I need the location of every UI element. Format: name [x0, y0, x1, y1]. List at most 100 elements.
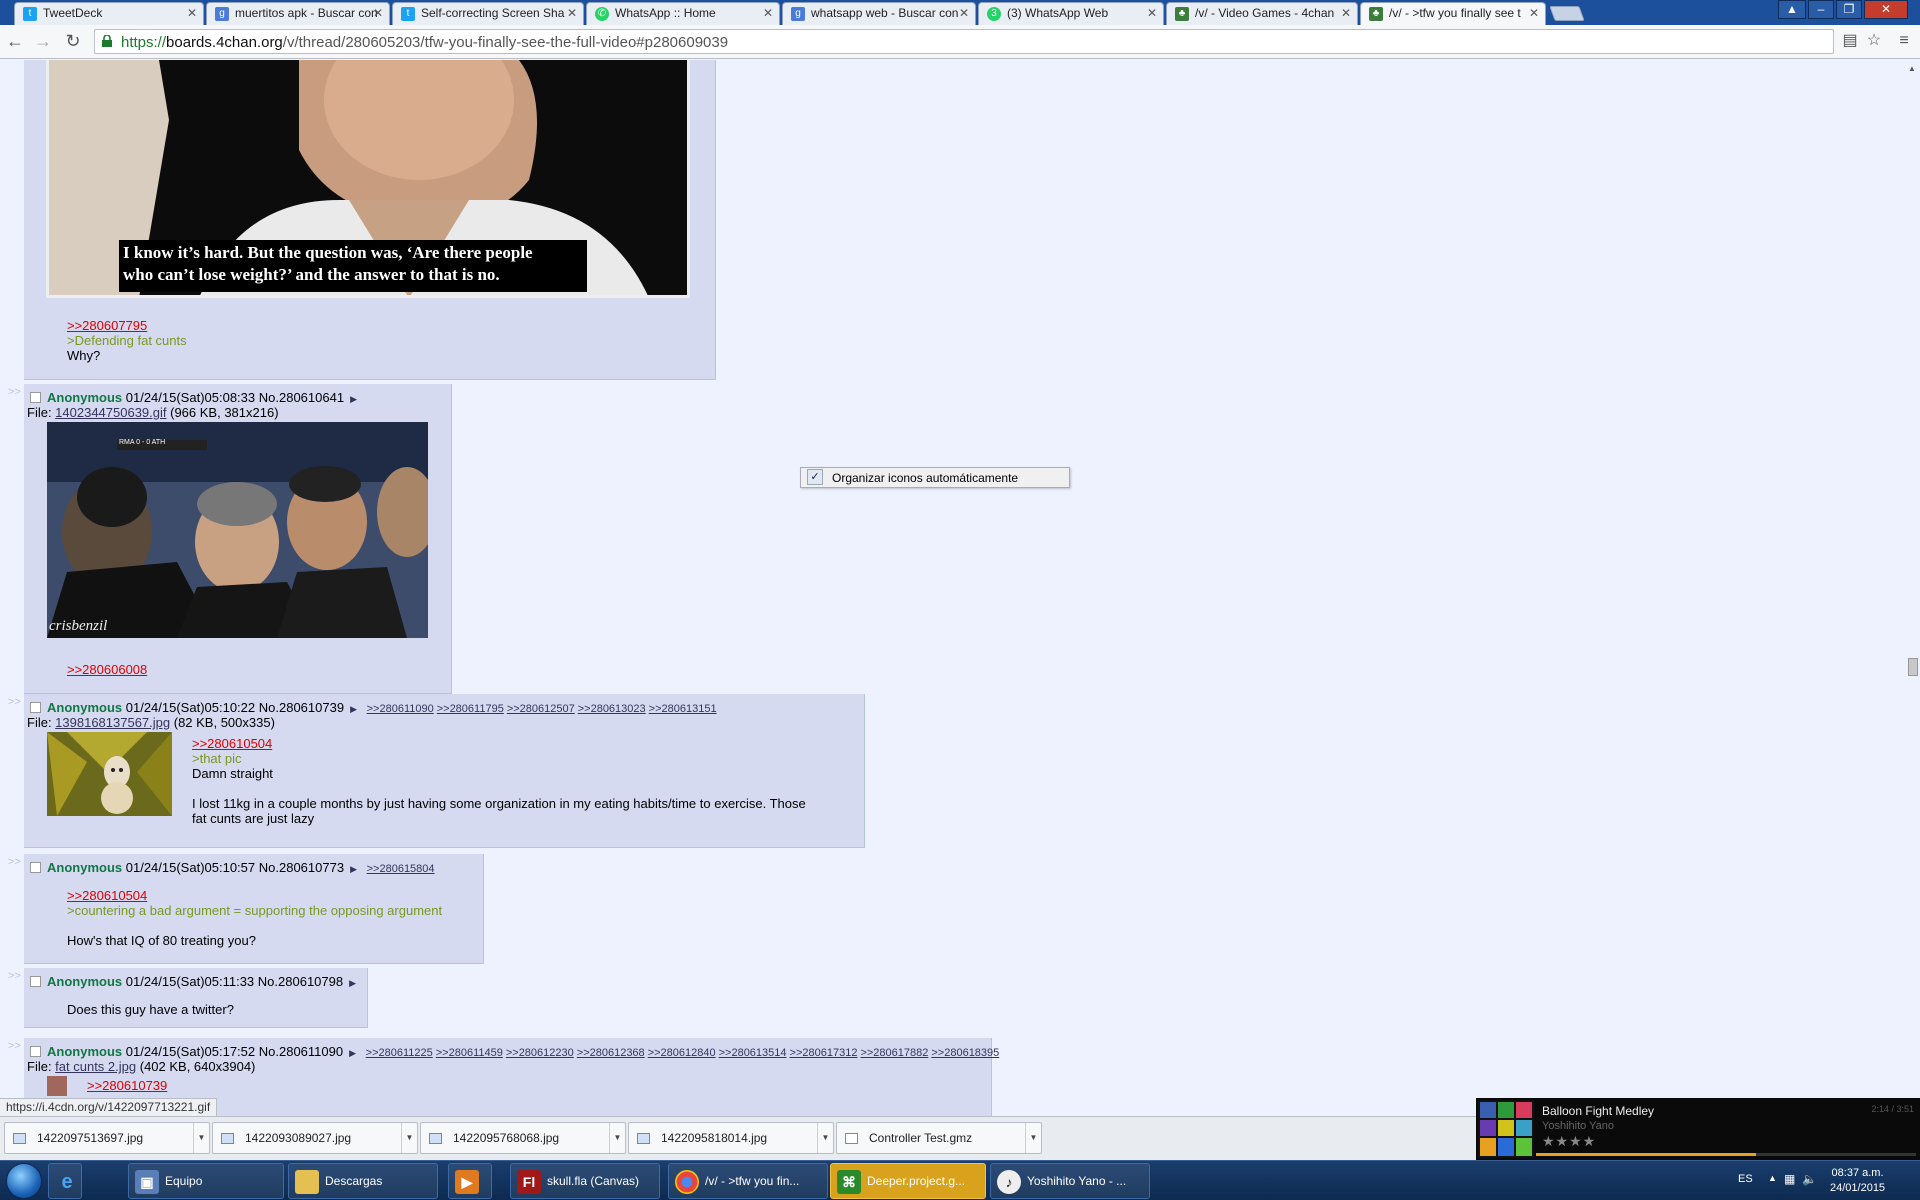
- backlink[interactable]: >>280612368: [577, 1047, 645, 1059]
- post-checkbox[interactable]: [30, 392, 41, 403]
- download-item[interactable]: Controller Test.gmz ▼: [836, 1122, 1042, 1154]
- backlink[interactable]: >>280617882: [860, 1047, 928, 1059]
- backlink[interactable]: >>280612507: [507, 703, 575, 715]
- dropdown-arrow-icon[interactable]: ▼: [1025, 1123, 1041, 1153]
- taskbar-item-chrome[interactable]: /v/ - >tfw you fin...: [668, 1163, 828, 1199]
- tab-tweetdeck[interactable]: t TweetDeck ✕: [14, 2, 204, 25]
- quote-link[interactable]: >>280610739: [87, 1078, 167, 1093]
- close-icon[interactable]: ✕: [763, 3, 773, 24]
- close-icon[interactable]: ✕: [567, 3, 577, 24]
- network-icon[interactable]: ▦: [1784, 1172, 1795, 1186]
- close-window-icon[interactable]: ✕: [1864, 0, 1908, 19]
- backlink[interactable]: >>280613023: [578, 703, 646, 715]
- backlink[interactable]: >>280612840: [648, 1047, 716, 1059]
- post-menu-icon[interactable]: ▶: [349, 1048, 356, 1058]
- post-checkbox[interactable]: [30, 702, 41, 713]
- quote-link[interactable]: >>280610504: [192, 736, 272, 751]
- close-icon[interactable]: ✕: [1341, 3, 1351, 24]
- quote-link[interactable]: >>280610504: [67, 888, 147, 903]
- dropdown-arrow-icon[interactable]: ▼: [609, 1123, 625, 1153]
- post-menu-icon[interactable]: ▶: [350, 864, 357, 874]
- file-link[interactable]: fat cunts 2.jpg: [55, 1059, 136, 1074]
- tab-whatsapp-home[interactable]: ✆ WhatsApp :: Home ✕: [586, 2, 780, 25]
- post-number[interactable]: No.280610739: [259, 700, 344, 715]
- post-number[interactable]: No.280610773: [259, 860, 344, 875]
- backlink[interactable]: >>280618395: [931, 1047, 999, 1059]
- backlink[interactable]: >>280612230: [506, 1047, 574, 1059]
- tab-v-video-games[interactable]: ♣ /v/ - Video Games - 4chan ✕: [1166, 2, 1358, 25]
- post-image[interactable]: RMA 0 - 0 ATH crisbenzil: [47, 422, 428, 638]
- post-menu-icon[interactable]: ▶: [350, 704, 357, 714]
- page-scrollbar[interactable]: ▲: [1904, 60, 1920, 1116]
- context-menu-item[interactable]: ✓ Organizar iconos automáticamente: [800, 467, 1070, 488]
- tab-google-muertitos[interactable]: g muertitos apk - Buscar con ✕: [206, 2, 390, 25]
- file-link[interactable]: 1398168137567.jpg: [55, 715, 170, 730]
- new-tab-button[interactable]: [1549, 6, 1585, 21]
- address-bar[interactable]: https://boards.4chan.org/v/thread/280605…: [94, 29, 1834, 54]
- download-item[interactable]: 1422095818014.jpg ▼: [628, 1122, 834, 1154]
- language-indicator[interactable]: ES: [1738, 1173, 1753, 1185]
- post-checkbox[interactable]: [30, 862, 41, 873]
- menu-icon[interactable]: ≡: [1894, 31, 1914, 51]
- dropdown-arrow-icon[interactable]: ▼: [401, 1123, 417, 1153]
- scroll-up-arrow-icon[interactable]: ▲: [1908, 64, 1916, 73]
- taskbar-item-descargas[interactable]: Descargas: [288, 1163, 438, 1199]
- start-button[interactable]: [6, 1163, 42, 1199]
- back-arrow-icon[interactable]: ←: [4, 30, 26, 52]
- post-checkbox[interactable]: [30, 1046, 41, 1057]
- dropdown-arrow-icon[interactable]: ▼: [817, 1123, 833, 1153]
- rating-stars[interactable]: ★★★★: [1542, 1133, 1596, 1150]
- backlink[interactable]: >>280613514: [719, 1047, 787, 1059]
- post-menu-icon[interactable]: ▶: [349, 978, 356, 988]
- taskbar-item-equipo[interactable]: ▣ Equipo: [128, 1163, 284, 1199]
- reload-icon[interactable]: ↻: [62, 30, 84, 52]
- tab-self-correcting[interactable]: t Self-correcting Screen Sha ✕: [392, 2, 584, 25]
- close-icon[interactable]: ✕: [187, 3, 197, 24]
- close-icon[interactable]: ✕: [373, 3, 383, 24]
- user-icon[interactable]: ▲: [1778, 0, 1806, 19]
- backlink[interactable]: >>280611225: [366, 1047, 433, 1059]
- clock[interactable]: 08:37 a.m. 24/01/2015: [1830, 1166, 1885, 1196]
- taskbar-item-media-player[interactable]: ▶: [448, 1163, 492, 1199]
- post-image[interactable]: [47, 732, 172, 816]
- post-number[interactable]: No.280610798: [258, 974, 343, 989]
- backlink[interactable]: >>280613151: [649, 703, 717, 715]
- track-progress-bar[interactable]: [1536, 1153, 1916, 1156]
- close-icon[interactable]: ✕: [959, 3, 969, 24]
- scrollbar-thumb[interactable]: [1908, 658, 1918, 676]
- taskbar-item-gamemaker[interactable]: ⌘ Deeper.project.g...: [830, 1163, 986, 1199]
- dropdown-arrow-icon[interactable]: ▼: [193, 1123, 209, 1153]
- minimize-icon[interactable]: –: [1808, 0, 1834, 19]
- post-menu-icon[interactable]: ▶: [350, 394, 357, 404]
- restore-icon[interactable]: ❐: [1836, 0, 1862, 19]
- quote-link[interactable]: >>280607795: [67, 318, 147, 333]
- close-icon[interactable]: ✕: [1147, 3, 1157, 24]
- backlink[interactable]: >>280611795: [437, 703, 504, 715]
- tab-current-thread[interactable]: ♣ /v/ - >tfw you finally see t ✕: [1360, 2, 1546, 26]
- bookmark-star-icon[interactable]: ☆: [1864, 31, 1884, 51]
- backlink[interactable]: >>280617312: [790, 1047, 858, 1059]
- forward-arrow-icon[interactable]: →: [32, 30, 54, 52]
- backlink[interactable]: >>280611090: [367, 703, 434, 715]
- file-link[interactable]: 1402344750639.gif: [55, 405, 166, 420]
- tray-expand-icon[interactable]: ▲: [1768, 1173, 1777, 1183]
- download-item[interactable]: 1422095768068.jpg ▼: [420, 1122, 626, 1154]
- post-number[interactable]: No.280610641: [259, 390, 344, 405]
- post-image[interactable]: I know it’s hard. But the question was, …: [46, 60, 690, 298]
- taskbar-item-flash[interactable]: Fl skull.fla (Canvas): [510, 1163, 660, 1199]
- close-icon[interactable]: ✕: [1529, 3, 1539, 24]
- extension-icon[interactable]: ▤: [1840, 31, 1860, 51]
- backlink[interactable]: >>280611459: [436, 1047, 503, 1059]
- quote-link[interactable]: >>280606008: [67, 662, 147, 677]
- tab-whatsapp-web[interactable]: 3 (3) WhatsApp Web ✕: [978, 2, 1164, 25]
- taskbar-item-music-player[interactable]: ♪ Yoshihito Yano - ...: [990, 1163, 1150, 1199]
- volume-icon[interactable]: 🔈: [1802, 1172, 1817, 1186]
- download-item[interactable]: 1422093089027.jpg ▼: [212, 1122, 418, 1154]
- backlink[interactable]: >>280615804: [367, 863, 435, 875]
- tab-google-whatsapp-web[interactable]: g whatsapp web - Buscar con ✕: [782, 2, 976, 25]
- download-item[interactable]: 1422097513697.jpg ▼: [4, 1122, 210, 1154]
- ie-taskbar-button[interactable]: e: [48, 1163, 82, 1199]
- post-checkbox[interactable]: [30, 976, 41, 987]
- post-number[interactable]: No.280611090: [259, 1044, 343, 1059]
- post-image[interactable]: [47, 1076, 67, 1096]
